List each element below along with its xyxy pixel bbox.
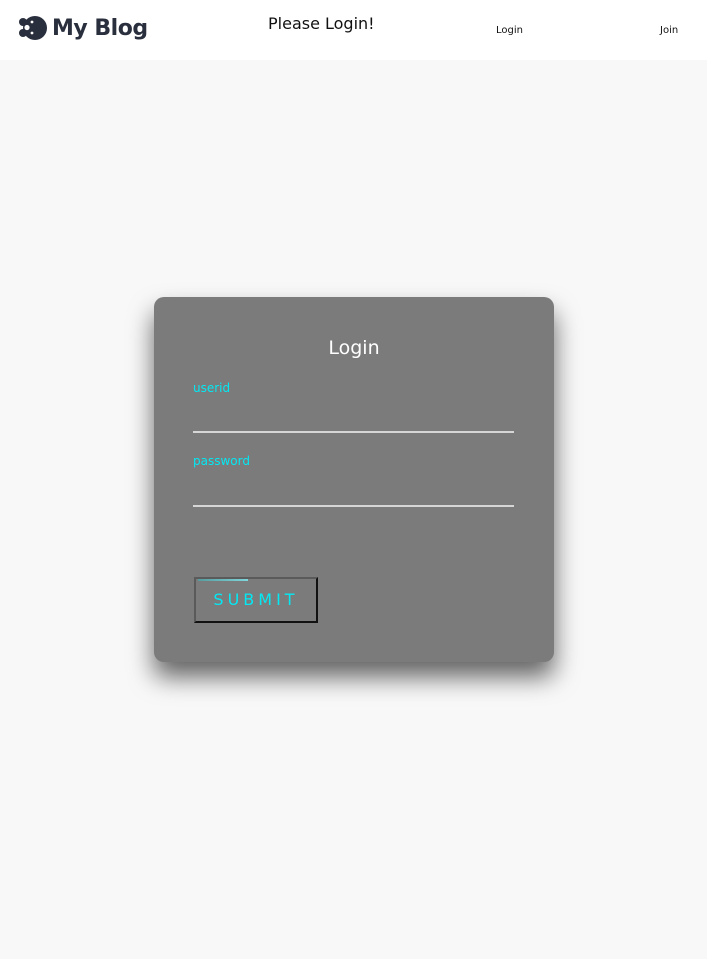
blog-logo-icon: [18, 13, 48, 43]
submit-button[interactable]: SUBMIT: [194, 577, 318, 623]
password-label: password: [193, 454, 250, 468]
nav-join-link[interactable]: Join: [660, 25, 678, 36]
submit-button-label: SUBMIT: [213, 590, 299, 609]
page-title: Please Login!: [268, 14, 375, 33]
login-card: Login userid password SUBMIT: [154, 297, 554, 662]
top-navigation-bar: My Blog Please Login! Login Join: [0, 0, 707, 60]
login-card-title: Login: [328, 337, 380, 359]
password-input[interactable]: [193, 483, 514, 507]
userid-input[interactable]: [193, 409, 514, 433]
site-logo[interactable]: My Blog: [18, 12, 148, 44]
logo-text: My Blog: [52, 15, 148, 41]
nav-login-link[interactable]: Login: [496, 25, 523, 36]
submit-button-glow-line: [198, 579, 248, 581]
userid-label: userid: [193, 381, 231, 395]
